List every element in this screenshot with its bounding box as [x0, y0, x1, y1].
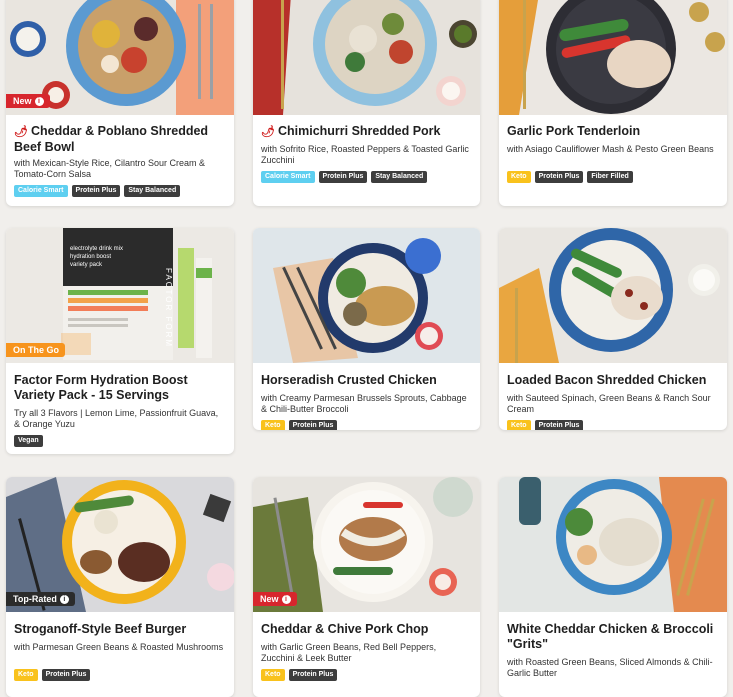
meal-title-text: Cheddar & Chive Pork Chop: [261, 622, 429, 636]
meal-title[interactable]: White Cheddar Chicken & Broccoli "Grits": [507, 622, 719, 652]
meal-grid: New i 🌶 Cheddar & Poblano Shredded Beef B…: [0, 0, 733, 697]
meal-title-text: Garlic Pork Tenderloin: [507, 124, 641, 138]
info-icon[interactable]: i: [59, 594, 69, 604]
badge-protein-plus: Protein Plus: [71, 185, 121, 197]
meal-description: with Creamy Parmesan Brussels Sprouts, C…: [261, 393, 467, 414]
meal-card[interactable]: Garlic Pork Tenderloin with Asiago Cauli…: [499, 0, 727, 206]
meal-description: with Sofrito Rice, Roasted Peppers & Toa…: [261, 144, 469, 165]
tag-label: New: [260, 594, 279, 604]
badge-stay-balanced: Stay Balanced: [371, 171, 428, 183]
product-line-3: variety pack: [70, 262, 103, 268]
badge-protein-plus: Protein Plus: [534, 171, 584, 183]
badge-row: Calorie Smart Protein Plus Stay Balanced: [261, 171, 428, 183]
meal-title-text: Stroganoff-Style Beef Burger: [14, 622, 187, 636]
meal-title[interactable]: Factor Form Hydration Boost Variety Pack…: [14, 373, 226, 403]
meal-title[interactable]: 🌶 Chimichurri Shredded Pork: [261, 124, 472, 140]
badge-row: Calorie Smart Protein Plus Stay Balanced: [14, 185, 181, 197]
meal-card[interactable]: White Cheddar Chicken & Broccoli "Grits"…: [499, 477, 727, 697]
meal-description: with Garlic Green Beans, Red Bell Pepper…: [261, 642, 437, 663]
tag-label: New: [13, 96, 32, 106]
spicy-icon: 🌶: [14, 126, 28, 138]
meal-photo: [499, 0, 727, 115]
meal-card[interactable]: New i 🌶 Cheddar & Poblano Shredded Beef B…: [6, 0, 234, 206]
info-icon[interactable]: i: [34, 96, 44, 106]
badge-fiber-filled: Fiber Filled: [587, 171, 633, 183]
meal-title-text: Horseradish Crusted Chicken: [261, 373, 437, 387]
badge-stay-balanced: Stay Balanced: [124, 185, 181, 197]
meal-description: Try all 3 Flavors | Lemon Lime, Passionf…: [14, 408, 219, 429]
badge-protein-plus: Protein Plus: [41, 669, 91, 681]
badge-vegan: Vegan: [14, 435, 43, 447]
badge-protein-plus: Protein Plus: [288, 420, 338, 430]
new-tag: New i: [6, 94, 50, 108]
meal-title[interactable]: Cheddar & Chive Pork Chop: [261, 622, 472, 637]
badge-row: Keto Protein Plus: [261, 669, 338, 681]
meal-card[interactable]: Top-Rated i Stroganoff-Style Beef Burger…: [6, 477, 234, 697]
meal-photo: [499, 477, 727, 612]
meal-title-text: Factor Form Hydration Boost Variety Pack…: [14, 373, 188, 402]
badge-keto: Keto: [261, 420, 285, 430]
badge-protein-plus: Protein Plus: [534, 420, 584, 430]
meal-description: with Asiago Cauliflower Mash & Pesto Gre…: [507, 144, 714, 154]
badge-protein-plus: Protein Plus: [318, 171, 368, 183]
badge-keto: Keto: [261, 669, 285, 681]
meal-photo: [253, 0, 480, 115]
meal-description: with Parmesan Green Beans & Roasted Mush…: [14, 642, 224, 652]
meal-card[interactable]: Horseradish Crusted Chicken with Creamy …: [253, 228, 480, 430]
badge-calorie-smart: Calorie Smart: [14, 185, 68, 197]
meal-description: with Roasted Green Beans, Sliced Almonds…: [507, 657, 713, 678]
badge-protein-plus: Protein Plus: [288, 669, 338, 681]
badge-calorie-smart: Calorie Smart: [261, 171, 315, 183]
meal-title[interactable]: Horseradish Crusted Chicken: [261, 373, 472, 388]
info-icon[interactable]: i: [281, 594, 291, 604]
on-the-go-tag: On The Go: [6, 343, 65, 357]
tag-label: On The Go: [13, 345, 59, 355]
top-rated-tag: Top-Rated i: [6, 592, 75, 606]
meal-description: with Mexican-Style Rice, Cilantro Sour C…: [14, 158, 206, 179]
product-line-2: hydration boost: [70, 254, 111, 260]
meal-title-text: Cheddar & Poblano Shredded Beef Bowl: [14, 124, 209, 154]
meal-title-text: Loaded Bacon Shredded Chicken: [507, 373, 707, 387]
badge-row: Keto Protein Plus: [14, 669, 91, 681]
new-tag: New i: [253, 592, 297, 606]
meal-title[interactable]: 🌶 Cheddar & Poblano Shredded Beef Bowl: [14, 124, 226, 155]
product-brand: FACTOR FORM: [164, 268, 173, 348]
badge-row: Keto Protein Plus: [261, 420, 338, 430]
meal-card[interactable]: Loaded Bacon Shredded Chicken with Saute…: [499, 228, 727, 430]
meal-card[interactable]: electrolyte drink mix hydration boost va…: [6, 228, 234, 454]
badge-row: Vegan: [14, 435, 43, 447]
meal-photo: [253, 228, 480, 363]
badge-keto: Keto: [14, 669, 38, 681]
meal-photo: [499, 228, 727, 363]
meal-title[interactable]: Stroganoff-Style Beef Burger: [14, 622, 226, 637]
badge-keto: Keto: [507, 171, 531, 183]
meal-card[interactable]: New i Cheddar & Chive Pork Chop with Gar…: [253, 477, 480, 697]
product-line-1: electrolyte drink mix: [70, 246, 123, 252]
meal-card[interactable]: 🌶 Chimichurri Shredded Pork with Sofrito …: [253, 0, 480, 206]
meal-title-text: Chimichurri Shredded Pork: [277, 124, 441, 138]
meal-title-text: White Cheddar Chicken & Broccoli "Grits": [507, 622, 714, 651]
badge-row: Keto Protein Plus Fiber Filled: [507, 171, 633, 183]
meal-title[interactable]: Loaded Bacon Shredded Chicken: [507, 373, 719, 388]
spicy-icon: 🌶: [261, 126, 275, 138]
meal-title[interactable]: Garlic Pork Tenderloin: [507, 124, 719, 139]
badge-keto: Keto: [507, 420, 531, 430]
tag-label: Top-Rated: [13, 594, 57, 604]
badge-row: Keto Protein Plus: [507, 420, 584, 430]
meal-description: with Sauteed Spinach, Green Beans & Ranc…: [507, 393, 711, 414]
